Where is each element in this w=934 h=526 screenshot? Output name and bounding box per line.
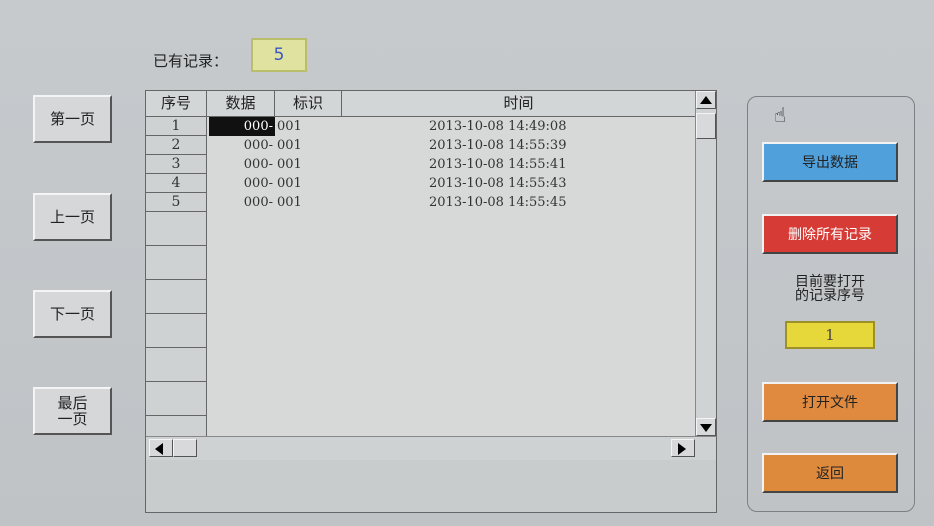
cell-mark[interactable]: 001 (277, 193, 302, 212)
scroll-up-button[interactable] (696, 91, 716, 109)
cell-time[interactable]: 2013-10-08 14:55:41 (429, 155, 566, 174)
cell-mark[interactable]: 001 (277, 117, 302, 136)
cell-data[interactable]: 000- (209, 117, 275, 136)
row-number-empty (146, 382, 207, 416)
prev-page-button[interactable]: 上一页 (33, 193, 112, 241)
row-number-empty (146, 348, 207, 382)
header-mark: 标识 (275, 91, 342, 117)
arrow-right-icon (678, 443, 686, 455)
records-grid: 序号 数据 标识 时间 1 2 3 4 5 000- 001 2013-10-0… (146, 91, 716, 436)
scroll-thumb[interactable] (696, 113, 716, 139)
vertical-scrollbar[interactable] (695, 91, 716, 436)
hmi-screen: 已有记录： 5 第一页 上一页 下一页 最后一页 序号 数据 标识 时间 1 2… (0, 0, 934, 526)
cell-time[interactable]: 2013-10-08 14:55:43 (429, 174, 566, 193)
row-number: 4 (146, 174, 207, 193)
scroll-right-button[interactable] (671, 439, 695, 457)
scroll-down-button[interactable] (696, 418, 716, 436)
open-record-title: 目前要打开的记录序号 (795, 274, 865, 304)
records-table: 序号 数据 标识 时间 1 2 3 4 5 000- 001 2013-10-0… (145, 90, 717, 513)
h-scroll-thumb[interactable] (173, 439, 197, 457)
hand-cursor-icon: ☝ (774, 103, 787, 127)
header-data: 数据 (207, 91, 275, 117)
cell-data[interactable]: 000- (209, 136, 275, 155)
cell-data[interactable]: 000- (209, 193, 275, 212)
cell-time[interactable]: 2013-10-08 14:55:39 (429, 136, 566, 155)
cell-time[interactable]: 2013-10-08 14:55:45 (429, 193, 566, 212)
action-panel: ☝ 导出数据 删除所有记录 目前要打开的记录序号 1 打开文件 返回 (747, 96, 915, 512)
arrow-left-icon (155, 443, 163, 455)
last-page-button[interactable]: 最后一页 (33, 387, 112, 435)
export-data-button[interactable]: 导出数据 (762, 142, 898, 182)
row-number: 5 (146, 193, 207, 212)
delete-all-records-button[interactable]: 删除所有记录 (762, 214, 898, 254)
row-number: 2 (146, 136, 207, 155)
cell-mark[interactable]: 001 (277, 136, 302, 155)
cell-data[interactable]: 000- (209, 174, 275, 193)
row-number: 1 (146, 117, 207, 136)
arrow-up-icon (700, 96, 712, 104)
horizontal-scrollbar[interactable] (146, 436, 716, 460)
open-file-button[interactable]: 打开文件 (762, 382, 898, 422)
record-number-input[interactable]: 1 (785, 321, 875, 349)
cell-data[interactable]: 000- (209, 155, 275, 174)
next-page-button[interactable]: 下一页 (33, 290, 112, 338)
row-number-empty (146, 280, 207, 314)
row-number-empty (146, 246, 207, 280)
cell-time[interactable]: 2013-10-08 14:49:08 (429, 117, 566, 136)
header-num: 序号 (146, 91, 207, 117)
cell-mark[interactable]: 001 (277, 174, 302, 193)
record-count-value: 5 (251, 38, 307, 72)
header-time: 时间 (342, 91, 695, 117)
row-number: 3 (146, 155, 207, 174)
row-number-empty (146, 416, 207, 436)
back-button[interactable]: 返回 (762, 453, 898, 493)
record-count-label: 已有记录： (153, 52, 229, 70)
first-page-button[interactable]: 第一页 (33, 95, 112, 143)
scroll-left-button[interactable] (149, 439, 173, 457)
arrow-down-icon (700, 424, 712, 432)
cell-mark[interactable]: 001 (277, 155, 302, 174)
row-number-empty (146, 212, 207, 246)
row-number-empty (146, 314, 207, 348)
